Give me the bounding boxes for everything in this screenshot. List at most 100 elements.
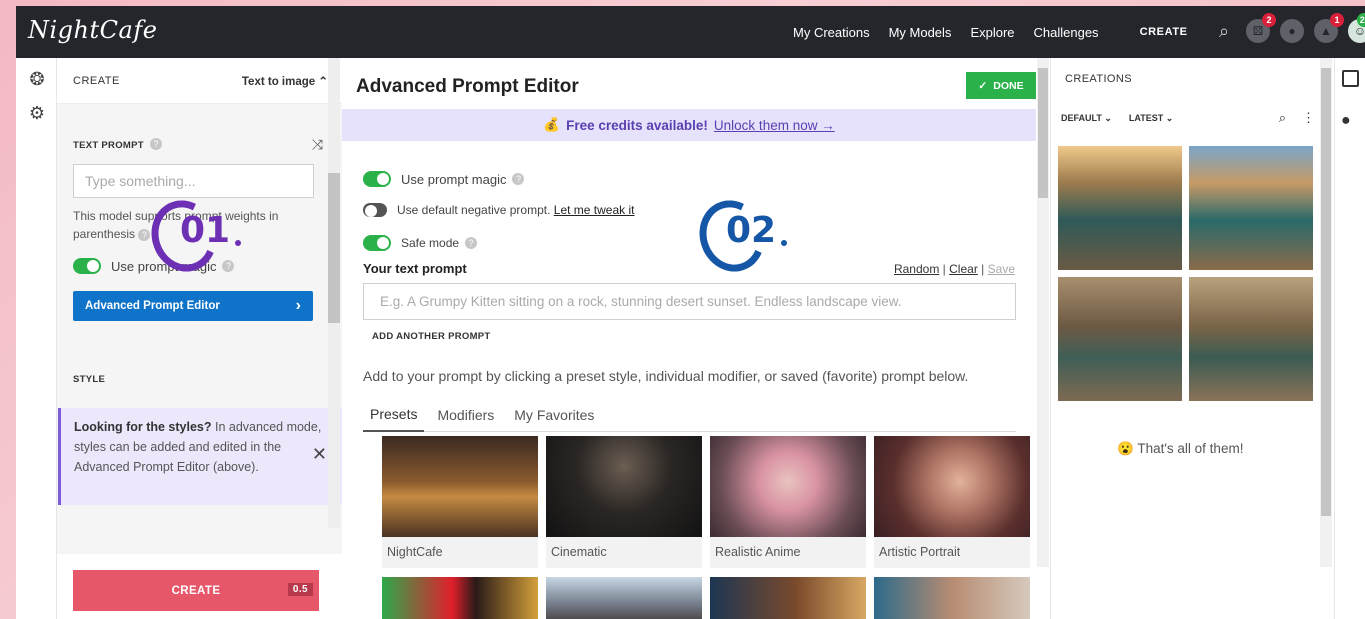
chat-icon[interactable]: ● (1280, 19, 1304, 43)
step-number: 01 (180, 210, 231, 251)
close-icon[interactable]: ✕ (312, 444, 327, 464)
nav-my-models[interactable]: My Models (889, 25, 952, 40)
prompt-magic-row: Use prompt magic ? (73, 258, 235, 274)
create-panel-title: CREATE (73, 74, 120, 87)
negative-prompt-toggle[interactable] (363, 203, 387, 217)
preset-label: Cinematic (551, 545, 607, 559)
preset-image (710, 436, 866, 537)
check-icon: ✓ (978, 79, 988, 92)
nav-challenges[interactable]: Challenges (1034, 25, 1099, 40)
creation-thumbnail[interactable] (1058, 277, 1182, 401)
style-note-bold: Looking for the styles? (74, 420, 212, 434)
money-bag-icon: 💰 (543, 117, 561, 132)
prompt-magic-toggle[interactable] (363, 171, 391, 187)
add-another-prompt-button[interactable]: ADD ANOTHER PROMPT (372, 331, 491, 342)
text-prompt-header: TEXT PROMPT? ⤨ (73, 135, 323, 153)
preset-card[interactable]: Realistic Anime (710, 436, 866, 568)
unlock-link[interactable]: Unlock them now → (714, 118, 835, 133)
tab-my-favorites[interactable]: My Favorites (507, 398, 601, 432)
help-icon[interactable]: ? (138, 228, 151, 241)
nav-create[interactable]: CREATE (1140, 26, 1188, 38)
preset-card[interactable] (382, 577, 538, 619)
preset-image (546, 436, 702, 537)
tweak-link[interactable]: Let me tweak it (554, 203, 635, 217)
creations-filters: DEFAULT ⌄ LATEST ⌄ ⌕ ⋮ (1061, 110, 1315, 126)
chevron-right-icon: › (295, 297, 301, 314)
safe-mode-label: Safe mode (401, 236, 460, 250)
tab-modifiers[interactable]: Modifiers (430, 398, 501, 432)
create-panel-body: TEXT PROMPT? ⤨ Type something... This mo… (57, 104, 343, 554)
help-icon[interactable]: ? (512, 173, 525, 185)
top-icons: ⌕ ⚄2 ● ▲1 ☺20+ (1212, 13, 1365, 43)
done-button[interactable]: ✓ DONE (966, 72, 1036, 99)
nav-my-creations[interactable]: My Creations (793, 25, 870, 40)
step-marker-01: 01 (141, 191, 242, 281)
preset-card[interactable] (874, 577, 1030, 619)
preset-card[interactable]: Cinematic (546, 436, 702, 568)
tab-presets[interactable]: Presets (363, 398, 425, 432)
scrollbar-thumb[interactable] (1038, 68, 1048, 198)
scrollbar-thumb[interactable] (1321, 68, 1331, 516)
preset-image (874, 436, 1030, 537)
create-button-label: CREATE (171, 584, 221, 597)
bell-icon[interactable]: ▲ 1 (1314, 13, 1344, 43)
nav-explore[interactable]: Explore (970, 25, 1014, 40)
search-icon[interactable]: ⌕ (1212, 19, 1236, 43)
filter-latest[interactable]: LATEST ⌄ (1129, 113, 1173, 124)
safe-mode-toggle[interactable] (363, 235, 391, 251)
random-link[interactable]: Random (894, 262, 939, 276)
mode-selector[interactable]: Text to image ⌃ (242, 74, 328, 88)
step-number: 02 (726, 210, 777, 251)
gear-icon[interactable]: ⚙ (26, 102, 48, 124)
avatar-badge: 20+ (1356, 13, 1365, 27)
create-panel-header: CREATE Text to image ⌃ (57, 58, 342, 104)
creation-thumbnail[interactable] (1189, 277, 1313, 401)
avatar[interactable]: ☺20+ (1348, 13, 1365, 43)
create-panel-scrollbar[interactable] (328, 58, 340, 528)
dice-badge: 2 (1262, 13, 1276, 27)
preset-label: Realistic Anime (715, 545, 801, 559)
nightcafe-logo[interactable]: NightCafe (28, 16, 157, 44)
shuffle-icon[interactable]: ⤨ (312, 136, 323, 153)
left-rail: ❂ ⚙ (16, 58, 57, 619)
save-link[interactable]: Save (988, 262, 1015, 276)
preset-card[interactable] (546, 577, 702, 619)
preset-tabs: Presets Modifiers My Favorites (363, 398, 1016, 432)
creations-panel: CREATIONS DEFAULT ⌄ LATEST ⌄ ⌕ ⋮ 😮 That's… (1050, 58, 1325, 619)
text-prompt-title: TEXT PROMPT (73, 140, 144, 151)
help-icon[interactable]: ? (222, 260, 235, 272)
top-navbar: NightCafe My Creations My Models Explore… (16, 6, 1365, 58)
advanced-prompt-editor-button[interactable]: Advanced Prompt Editor › (73, 291, 313, 321)
editor-scrollbar[interactable] (1037, 58, 1049, 567)
preset-card[interactable]: NightCafe (382, 436, 538, 568)
create-button[interactable]: CREATE 0.5 (73, 570, 319, 611)
surprised-icon: 😮 (1117, 441, 1134, 456)
text-prompt-input[interactable]: Type something... (73, 164, 314, 198)
prompt-magic-toggle[interactable] (73, 258, 101, 274)
preset-label: NightCafe (387, 545, 443, 559)
search-icon[interactable]: ⌕ (1279, 110, 1286, 126)
help-icon[interactable]: ? (149, 137, 162, 150)
preset-label: Artistic Portrait (879, 545, 961, 559)
scrollbar-thumb[interactable] (328, 173, 340, 323)
clear-link[interactable]: Clear (949, 262, 978, 276)
brain-icon[interactable]: ❂ (26, 68, 48, 90)
gallery-icon[interactable] (1342, 70, 1359, 87)
help-icon[interactable]: ? (465, 237, 478, 249)
dice-icon[interactable]: ⚄ 2 (1246, 13, 1276, 43)
advanced-prompt-editor: Advanced Prompt Editor ✓ DONE 💰 Free cred… (342, 58, 1036, 619)
chat-icon[interactable]: ● (1341, 112, 1351, 130)
text-prompt-input[interactable]: E.g. A Grumpy Kitten sitting on a rock, … (363, 283, 1016, 320)
right-rail: ● (1334, 58, 1365, 619)
preset-card[interactable] (710, 577, 866, 619)
banner-title: Free credits available! (566, 117, 708, 133)
step-dot (781, 239, 788, 246)
preset-card[interactable]: Artistic Portrait (874, 436, 1030, 568)
creation-thumbnail[interactable] (1189, 146, 1313, 270)
more-icon[interactable]: ⋮ (1302, 110, 1315, 126)
create-panel: CREATE Text to image ⌃ TEXT PROMPT? ⤨ Ty… (57, 58, 343, 619)
done-label: DONE (993, 79, 1024, 92)
creation-thumbnail[interactable] (1058, 146, 1182, 270)
filter-default[interactable]: DEFAULT ⌄ (1061, 113, 1112, 124)
creations-scrollbar[interactable] (1320, 58, 1332, 567)
